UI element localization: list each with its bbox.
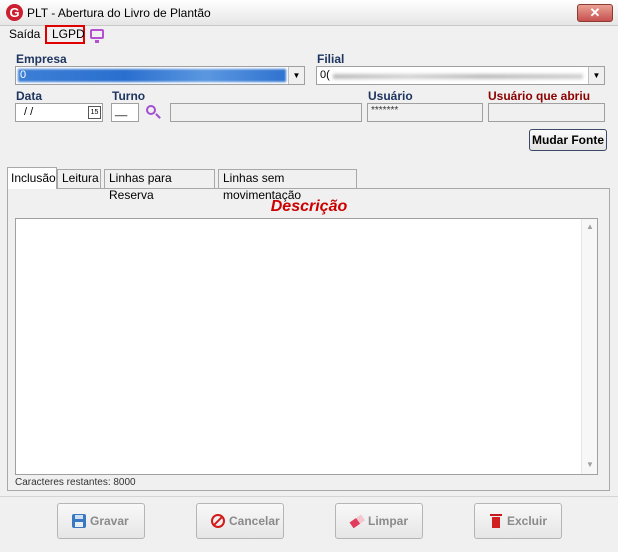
search-icon[interactable] [145, 104, 161, 120]
save-icon [72, 514, 86, 528]
tab-leitura[interactable]: Leitura [57, 169, 101, 188]
empresa-label: Empresa [16, 52, 67, 66]
gravar-label: Gravar [90, 514, 129, 528]
app-logo-icon: G [6, 4, 23, 21]
usuario-label: Usuário [368, 89, 413, 103]
empresa-dropdown-arrow-icon[interactable]: ▼ [288, 67, 304, 84]
tab-linhas-sem-movimentacao[interactable]: Linhas sem movimentação [218, 169, 357, 202]
filial-dropdown-arrow-icon[interactable]: ▼ [588, 67, 604, 84]
close-button[interactable]: ✕ [577, 4, 613, 22]
descricao-textarea[interactable] [15, 218, 598, 475]
chars-remaining: Caracteres restantes: 8000 [15, 477, 136, 488]
excluir-button[interactable]: Excluir [474, 503, 562, 539]
cancel-icon [211, 514, 225, 528]
eraser-icon [347, 511, 366, 530]
empresa-selection [18, 69, 286, 82]
scroll-down-icon[interactable]: ▼ [582, 460, 598, 469]
menu-saida[interactable]: Saída [9, 27, 40, 41]
empresa-value: 0 [20, 69, 27, 81]
turno-description-field [170, 103, 362, 122]
usuario-que-abriu-label: Usuário que abriu [488, 89, 591, 103]
scroll-up-icon[interactable]: ▲ [582, 222, 598, 231]
tab-inclusao[interactable]: Inclusão [11, 171, 56, 185]
descricao-scrollbar[interactable]: ▲ ▼ [581, 219, 597, 474]
cancelar-button[interactable]: Cancelar [196, 503, 284, 539]
monitor-icon[interactable] [90, 29, 104, 43]
filial-label: Filial [317, 52, 345, 66]
calendar-icon[interactable]: 15 [88, 106, 101, 119]
usuario-que-abriu-field [488, 103, 605, 122]
filial-combobox[interactable]: 0( ▼ [316, 66, 605, 85]
divider [0, 496, 618, 497]
gravar-button[interactable]: Gravar [57, 503, 145, 539]
turno-input[interactable]: __ [111, 103, 139, 122]
menu-lgpd[interactable]: LGPD [52, 27, 85, 41]
data-input[interactable]: / / 15 [15, 103, 103, 122]
descricao-title: Descrição [270, 198, 348, 215]
turno-value: __ [115, 105, 128, 117]
empresa-combobox[interactable]: 0 ▼ [15, 66, 305, 85]
excluir-label: Excluir [507, 514, 548, 528]
usuario-field: ******* [367, 103, 483, 122]
cancelar-label: Cancelar [229, 514, 280, 528]
filial-redacted-text [333, 74, 583, 79]
tab-linhas-reserva[interactable]: Linhas para Reserva [104, 169, 215, 202]
data-label: Data [16, 89, 43, 103]
limpar-label: Limpar [368, 514, 409, 528]
limpar-button[interactable]: Limpar [335, 503, 423, 539]
data-value: / / [21, 106, 34, 118]
trash-icon [489, 514, 503, 528]
turno-label: Turno [112, 89, 146, 103]
mudar-fonte-button[interactable]: Mudar Fonte [529, 129, 607, 151]
window-title: PLT - Abertura do Livro de Plantão [27, 6, 211, 20]
filial-value: 0( [320, 69, 330, 81]
usuario-value: ******* [371, 105, 399, 116]
